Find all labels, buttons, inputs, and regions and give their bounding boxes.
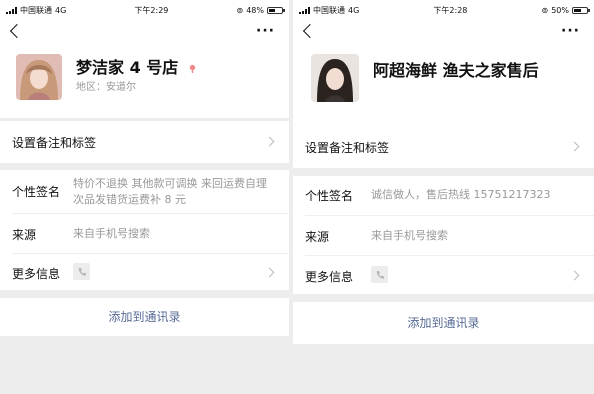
- avatar-photo-icon: [311, 54, 359, 102]
- profile-header: 梦洁家 4 号店 地区：安道尔: [0, 46, 289, 118]
- set-remark-label: 设置备注和标签: [305, 141, 390, 155]
- battery-percent: 50%: [551, 5, 569, 15]
- set-remark-label: 设置备注和标签: [12, 136, 97, 150]
- contact-name: 梦洁家 4 号店: [76, 54, 197, 78]
- chevron-right-icon: [264, 136, 275, 147]
- add-contact-button[interactable]: 添加到通讯录: [293, 302, 594, 344]
- right-screen: 中国联通 4G 下午2:28 ⊚ 50% ··· 阿超海鲜 渔夫之家售后 设置备…: [293, 0, 594, 394]
- carrier: 中国联通: [20, 5, 52, 15]
- network-type: 4G: [55, 5, 67, 15]
- source-value: 来自手机号搜索: [371, 229, 448, 242]
- lock-rotation-icon: ⊚: [541, 5, 549, 15]
- clock: 下午2:28: [433, 5, 468, 15]
- signature-label: 个性签名: [12, 185, 61, 199]
- signature-value: 诚信做人，售后热线 15751217323: [371, 188, 551, 201]
- left-screen: 中国联通 4G 下午2:29 ⊚ 48% ··· 梦洁家 4 号店 地区：安道尔…: [0, 0, 289, 394]
- source-value: 来自手机号搜索: [73, 227, 150, 240]
- avatar-photo-icon: [16, 54, 62, 100]
- set-remark-row[interactable]: 设置备注和标签: [0, 121, 289, 163]
- add-contact-label: 添加到通讯录: [407, 316, 480, 330]
- source-row: 来源 来自手机号搜索: [0, 214, 289, 254]
- nav-bar: ···: [293, 20, 594, 46]
- more-info-row[interactable]: 更多信息: [293, 256, 594, 294]
- more-options-icon[interactable]: ···: [256, 24, 275, 38]
- more-info-label: 更多信息: [305, 270, 354, 284]
- source-row: 来源 来自手机号搜索: [293, 216, 594, 256]
- carrier: 中国联通: [313, 5, 345, 15]
- add-contact-button[interactable]: 添加到通讯录: [0, 298, 289, 336]
- chevron-right-icon: [569, 270, 580, 281]
- avatar[interactable]: [311, 54, 359, 102]
- more-info-row[interactable]: 更多信息: [0, 254, 289, 290]
- avatar[interactable]: [16, 54, 62, 100]
- status-bar: 中国联通 4G 下午2:28 ⊚ 50%: [293, 0, 594, 20]
- network-type: 4G: [348, 5, 360, 15]
- phone-icon: [371, 266, 388, 283]
- status-bar: 中国联通 4G 下午2:29 ⊚ 48%: [0, 0, 289, 20]
- signature-row: 个性签名 特价不退换 其他款可调换 来回运费自理 次品发错货运费补 8 元: [0, 170, 289, 214]
- more-options-icon[interactable]: ···: [561, 24, 580, 38]
- signal-icon: [6, 6, 17, 14]
- more-info-label: 更多信息: [12, 267, 61, 281]
- battery-icon: [572, 6, 590, 14]
- contact-name: 阿超海鲜 渔夫之家售后: [373, 61, 539, 80]
- battery-percent: 48%: [246, 5, 264, 15]
- signature-label: 个性签名: [305, 189, 354, 203]
- nav-bar: ···: [0, 20, 289, 46]
- source-label: 来源: [305, 230, 330, 244]
- phone-icon: [73, 263, 90, 280]
- signature-value: 特价不退换 其他款可调换 来回运费自理 次品发错货运费补 8 元: [73, 177, 267, 206]
- profile-header: 阿超海鲜 渔夫之家售后: [293, 46, 594, 126]
- contact-region: 地区：安道尔: [76, 82, 136, 93]
- set-remark-row[interactable]: 设置备注和标签: [293, 126, 594, 168]
- signal-icon: [299, 6, 310, 14]
- back-arrow-icon[interactable]: [302, 23, 318, 39]
- chevron-right-icon: [264, 267, 275, 278]
- signature-row: 个性签名 诚信做人，售后热线 15751217323: [293, 176, 594, 216]
- source-label: 来源: [12, 228, 37, 242]
- lock-rotation-icon: ⊚: [236, 5, 244, 15]
- battery-icon: [267, 6, 285, 14]
- add-contact-label: 添加到通讯录: [108, 310, 181, 324]
- female-gender-icon: [189, 64, 196, 73]
- chevron-right-icon: [569, 141, 580, 152]
- back-arrow-icon[interactable]: [9, 23, 25, 39]
- clock: 下午2:29: [134, 5, 169, 15]
